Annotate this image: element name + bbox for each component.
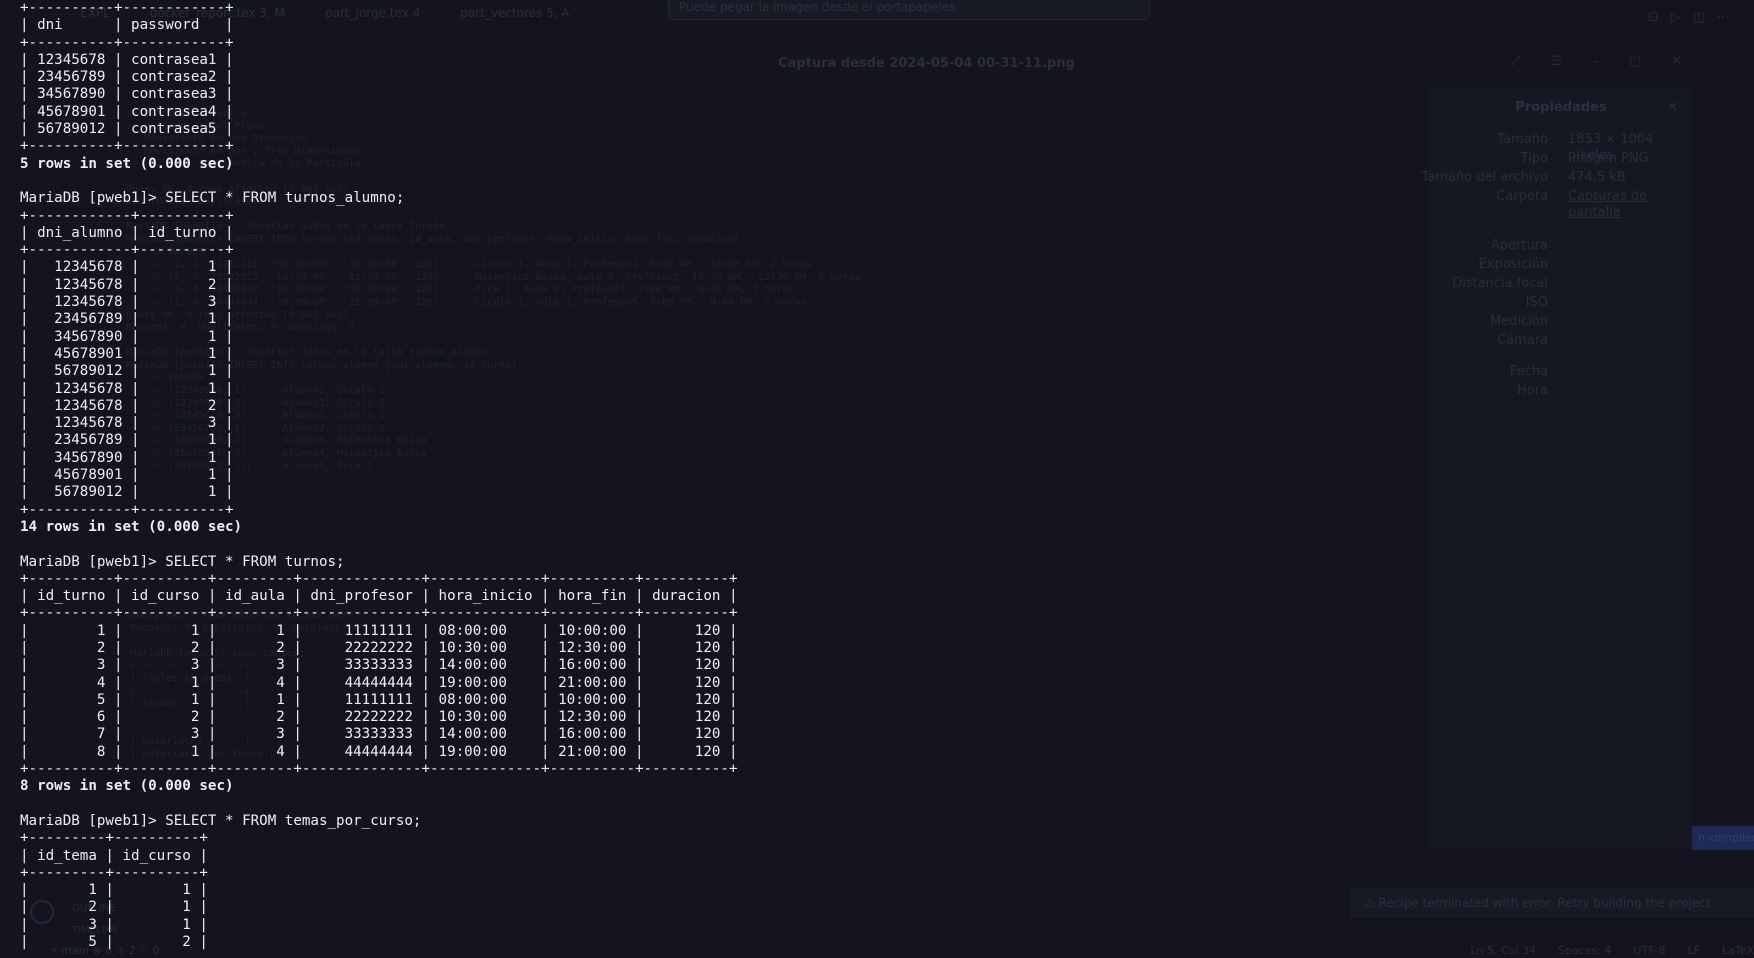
terminal-line: +----------+----------+---------+-------… [20, 605, 738, 622]
terminal-line: +----------+----------+---------+-------… [20, 570, 738, 587]
terminal-line: | 23456789 | contrasea2 | [20, 69, 234, 86]
terminal-line: +---------+----------+ [20, 830, 208, 847]
terminal-line: +----------+------------+ [20, 138, 234, 155]
properties-panel: Propiedades ✕ Tamaño 1853 × 1004 píxeles … [1422, 88, 1692, 848]
terminal-line: | 5 | 2 | [20, 934, 208, 951]
query-status-line: 14 rows in set (0.000 sec) [20, 518, 243, 535]
terminal-line: | 34567890 | 1 | [20, 449, 234, 466]
terminal-line: | 4 | 1 | 4 | 44444444 | 19:00:00 | 21:0… [20, 674, 738, 691]
terminal-line: | 56789012 | 1 | [20, 484, 234, 501]
status-cursor-position[interactable]: Ln 5, Col 34 [1470, 944, 1536, 958]
terminal-line: | 56789012 | contrasea5 | [20, 121, 234, 138]
terminal-line: | 5 | 1 | 1 | 11111111 | 08:00:00 | 10:0… [20, 691, 738, 708]
more-icon[interactable]: ⋯ [1717, 10, 1730, 25]
compiler-badge[interactable]: n compiler [1692, 826, 1754, 850]
terminal-line: | 12345678 | 1 | [20, 259, 234, 276]
terminal-line: | 45678901 | 1 | [20, 467, 234, 484]
terminal-line: MariaDB [pweb1]> SELECT * FROM temas_por… [20, 812, 422, 829]
status-right: Ln 5, Col 34 Spaces: 4 UTF-8 LF LaTeX [1470, 944, 1754, 958]
status-eol[interactable]: LF [1688, 944, 1700, 958]
terminal-line: MariaDB [pweb1]> SELECT * FROM turnos; [20, 553, 345, 570]
terminal-line: | 12345678 | 2 | [20, 397, 234, 414]
terminal-line: | 45678901 | 1 | [20, 345, 234, 362]
editor-actions: ⊡ ▷ ◫ ⋯ [1648, 10, 1730, 25]
status-indentation[interactable]: Spaces: 4 [1558, 944, 1611, 958]
terminal-line: +------------+----------+ [20, 242, 234, 259]
layout-icon[interactable]: ◫ [1693, 10, 1705, 25]
terminal-line: +------------+----------+ [20, 501, 234, 518]
terminal-line: | 6 | 2 | 2 | 22222222 | 10:30:00 | 12:3… [20, 709, 738, 726]
terminal-line: MariaDB [pweb1]> SELECT * FROM turnos_al… [20, 190, 405, 207]
terminal-line: +----------+------------+ [20, 34, 234, 51]
notification-text: Recipe terminated with error. Retry buil… [1378, 896, 1715, 910]
split-icon[interactable]: ⊡ [1648, 10, 1659, 25]
terminal-line: | 2 | 1 | [20, 899, 208, 916]
terminal-line: | 1 | 1 | [20, 882, 208, 899]
terminal-line: | 2 | 2 | 2 | 22222222 | 10:30:00 | 12:3… [20, 639, 738, 656]
terminal-output[interactable]: +----------+------------+ | dni | passwor… [20, 0, 738, 951]
terminal-line: | id_turno | id_curso | id_aula | dni_pr… [20, 588, 738, 605]
terminal-line: +---------+----------+ [20, 864, 208, 881]
terminal-line: | 7 | 3 | 3 | 33333333 | 14:00:00 | 16:0… [20, 726, 738, 743]
terminal-line: | 12345678 | 2 | [20, 276, 234, 293]
terminal-line: | dni | password | [20, 17, 234, 34]
terminal-line: | 56789012 | 1 | [20, 363, 234, 380]
query-status-line: 8 rows in set (0.000 sec) [20, 778, 234, 795]
status-encoding[interactable]: UTF-8 [1633, 944, 1665, 958]
properties-title: Propiedades [1515, 100, 1607, 115]
terminal-line: | 1 | 1 | 1 | 11111111 | 08:00:00 | 10:0… [20, 622, 738, 639]
terminal-line: | 12345678 | 1 | [20, 380, 234, 397]
terminal-line: +------------+----------+ [20, 207, 234, 224]
terminal-line: +----------+----------+---------+-------… [20, 761, 738, 778]
minimize-icon[interactable]: – [1592, 54, 1599, 69]
run-icon[interactable]: ▷ [1671, 10, 1681, 25]
maximize-icon[interactable]: □ [1629, 54, 1641, 69]
image-viewer-title: Captura desde 2024-05-04 00-31-11.png [778, 56, 1075, 71]
close-icon[interactable]: ✕ [1667, 100, 1678, 115]
terminal-line: | id_tema | id_curso | [20, 847, 208, 864]
status-language[interactable]: LaTeX [1722, 944, 1754, 958]
terminal-line: | 45678901 | contrasea4 | [20, 103, 234, 120]
close-icon[interactable]: ✕ [1671, 54, 1682, 69]
viewer-window-buttons: ⤢ ☰ – □ ✕ [1510, 54, 1682, 69]
terminal-line: | 12345678 | 3 | [20, 294, 234, 311]
terminal-line: | 3 | 3 | 3 | 33333333 | 14:00:00 | 16:0… [20, 657, 738, 674]
notification: ⚠ Recipe terminated with error. Retry bu… [1350, 888, 1754, 918]
paste-toast: Puede pegar la imagen desde el portapape… [668, 0, 1150, 20]
terminal-line: | 34567890 | 1 | [20, 328, 234, 345]
terminal-line: | 8 | 1 | 4 | 44444444 | 19:00:00 | 21:0… [20, 743, 738, 760]
terminal-line: | 23456789 | 1 | [20, 432, 234, 449]
terminal-line: | 12345678 | contrasea1 | [20, 51, 234, 68]
terminal-line: | dni_alumno | id_turno | [20, 224, 234, 241]
query-status-line: 5 rows in set (0.000 sec) [20, 155, 234, 172]
fullscreen-icon[interactable]: ⤢ [1510, 54, 1520, 69]
terminal-line: | 12345678 | 3 | [20, 415, 234, 432]
terminal-line: | 3 | 1 | [20, 916, 208, 933]
terminal-line: | 34567890 | contrasea3 | [20, 86, 234, 103]
folder-link[interactable]: Capturas de pantalla [1568, 189, 1692, 221]
terminal-line: | 23456789 | 1 | [20, 311, 234, 328]
menu-icon[interactable]: ☰ [1551, 54, 1563, 69]
terminal-line: +----------+------------+ [20, 0, 234, 16]
